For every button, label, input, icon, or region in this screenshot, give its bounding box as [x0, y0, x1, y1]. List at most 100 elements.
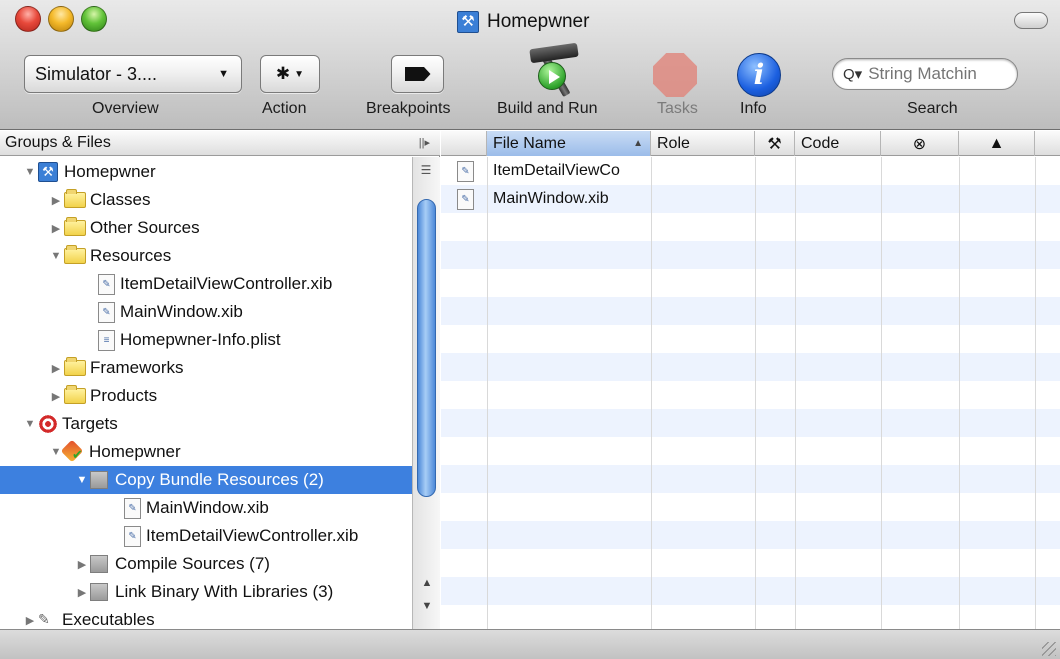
column-header-icon[interactable] [441, 131, 487, 156]
popup-arrow-icon: ▼ [218, 68, 229, 80]
folder-icon [64, 217, 86, 236]
column-header-label: File Name [493, 134, 566, 152]
minimize-window-button[interactable] [48, 6, 74, 32]
groups-files-header[interactable]: Groups & Files ||▸ [0, 131, 440, 156]
overview-scheme-popup[interactable]: Simulator - 3.... ▼ [24, 55, 242, 93]
scroll-options-icon[interactable]: ☰ [418, 163, 434, 177]
table-row[interactable]: ✎ MainWindow.xib [441, 185, 1060, 213]
disclosure-triangle-icon[interactable]: ▶ [50, 362, 62, 375]
empty-row [441, 577, 1060, 605]
tree-item-products[interactable]: ▶ Products [0, 382, 412, 410]
tasks-label: Tasks [657, 100, 698, 117]
file-name-cell: MainWindow.xib [493, 190, 609, 207]
disclosure-triangle-icon[interactable]: ▶ [76, 586, 88, 599]
target-icon [37, 413, 59, 435]
column-header-warnings[interactable]: ▲ [959, 131, 1035, 156]
disclosure-triangle-icon[interactable]: ▶ [50, 222, 62, 235]
xib-file-icon: ✎ [124, 497, 141, 519]
tree-item-phase-itemdetail-xib[interactable]: ✎ ItemDetailViewController.xib [0, 522, 412, 550]
tree-item-info-plist[interactable]: ≡ Homepwner-Info.plist [0, 326, 412, 354]
play-icon [538, 62, 566, 90]
zoom-window-button[interactable] [81, 6, 107, 32]
column-header-code[interactable]: Code [795, 131, 881, 156]
action-button[interactable]: ✱ ▼ [260, 55, 320, 93]
gear-icon: ✱ [275, 64, 291, 83]
status-bar [0, 629, 1060, 659]
tree-item-copy-bundle-resources[interactable]: ▼ Copy Bundle Resources (2) [0, 466, 412, 494]
table-row[interactable]: ✎ ItemDetailViewCo [441, 157, 1060, 185]
search-input[interactable] [868, 64, 1009, 84]
xib-file-icon: ✎ [455, 157, 479, 185]
empty-row [441, 409, 1060, 437]
folder-icon [64, 245, 86, 264]
tree-item-frameworks[interactable]: ▶ Frameworks [0, 354, 412, 382]
sort-ascending-icon: ▲ [633, 138, 643, 149]
scroll-thumb[interactable] [417, 199, 436, 497]
tree-item-label: Classes [90, 190, 151, 209]
tree-item-homepwner-project[interactable]: ▼ ⚒ Homepwner [0, 158, 412, 186]
info-button[interactable]: i [737, 53, 781, 97]
empty-row [441, 549, 1060, 577]
search-label: Search [907, 100, 958, 117]
empty-row [441, 353, 1060, 381]
tree-item-label: Executables [62, 610, 155, 629]
breakpoints-label: Breakpoints [366, 100, 451, 117]
breakpoint-icon [404, 67, 431, 81]
tree-item-compile-sources[interactable]: ▶ Compile Sources (7) [0, 550, 412, 578]
tree-item-targets[interactable]: ▼ Targets [0, 410, 412, 438]
tree-item-other-sources[interactable]: ▶ Other Sources [0, 214, 412, 242]
tree-item-label: Link Binary With Libraries (3) [115, 582, 334, 601]
column-header-file-name[interactable]: File Name ▲ [487, 131, 651, 156]
disclosure-triangle-icon[interactable]: ▶ [24, 614, 36, 627]
close-window-button[interactable] [15, 6, 41, 32]
tree-item-label: Frameworks [90, 358, 184, 377]
column-header-build[interactable]: ⚒ [755, 131, 795, 156]
file-detail-pane: File Name ▲ Role ⚒ Code ⊗ ▲ ✎ ItemDetail… [441, 131, 1060, 629]
build-phase-icon [90, 471, 108, 489]
column-header-label: Code [801, 134, 840, 152]
column-resize-icon[interactable]: ||▸ [419, 136, 430, 149]
search-icon: Q▾ [843, 66, 863, 83]
disclosure-triangle-icon[interactable]: ▼ [50, 446, 62, 458]
tree-item-label: ItemDetailViewController.xib [146, 526, 359, 545]
groups-files-header-label: Groups & Files [5, 134, 111, 151]
disclosure-triangle-icon[interactable]: ▼ [24, 166, 36, 178]
build-and-run-button[interactable] [524, 42, 584, 100]
tree-item-resources[interactable]: ▼ Resources [0, 242, 412, 270]
empty-row [441, 241, 1060, 269]
search-field[interactable]: Q▾ [832, 58, 1018, 90]
tree-item-link-binary[interactable]: ▶ Link Binary With Libraries (3) [0, 578, 412, 606]
disclosure-triangle-icon[interactable]: ▼ [50, 250, 62, 262]
tree-item-homepwner-target[interactable]: ▼ Homepwner [0, 438, 412, 466]
tree-item-label: Targets [62, 414, 118, 433]
tree-item-classes[interactable]: ▶ Classes [0, 186, 412, 214]
column-header-errors[interactable]: ⊗ [881, 131, 959, 156]
disclosure-triangle-icon[interactable]: ▼ [76, 474, 88, 486]
hammer-head-icon [529, 42, 579, 64]
tree-item-mainwindow-xib[interactable]: ✎ MainWindow.xib [0, 298, 412, 326]
tree-item-itemdetail-xib[interactable]: ✎ ItemDetailViewController.xib [0, 270, 412, 298]
disclosure-triangle-icon[interactable]: ▶ [50, 390, 62, 403]
empty-row [441, 493, 1060, 521]
tree-item-phase-mainwindow-xib[interactable]: ✎ MainWindow.xib [0, 494, 412, 522]
empty-row [441, 521, 1060, 549]
overview-label: Overview [92, 100, 159, 117]
window-title: Homepwner [487, 11, 590, 32]
breakpoints-button[interactable] [391, 55, 444, 93]
scroll-down-arrow-icon[interactable]: ▼ [417, 600, 437, 618]
xib-file-icon: ✎ [124, 525, 141, 547]
column-divider [755, 157, 756, 629]
column-header-role[interactable]: Role [651, 131, 755, 156]
groups-vertical-scrollbar[interactable]: ☰ ▲ ▼ [412, 157, 440, 629]
column-divider [1035, 157, 1036, 629]
toolbar-toggle-button[interactable] [1014, 12, 1048, 29]
build-and-run-label: Build and Run [497, 100, 598, 117]
window-title-group: ⚒ Homepwner [457, 9, 589, 35]
disclosure-triangle-icon[interactable]: ▶ [76, 558, 88, 571]
disclosure-triangle-icon[interactable]: ▼ [24, 418, 36, 430]
disclosure-triangle-icon[interactable]: ▶ [50, 194, 62, 207]
scroll-up-arrow-icon[interactable]: ▲ [417, 577, 437, 595]
empty-row [441, 381, 1060, 409]
tasks-stop-button[interactable] [653, 53, 697, 97]
resize-grip-icon[interactable] [1042, 642, 1056, 656]
